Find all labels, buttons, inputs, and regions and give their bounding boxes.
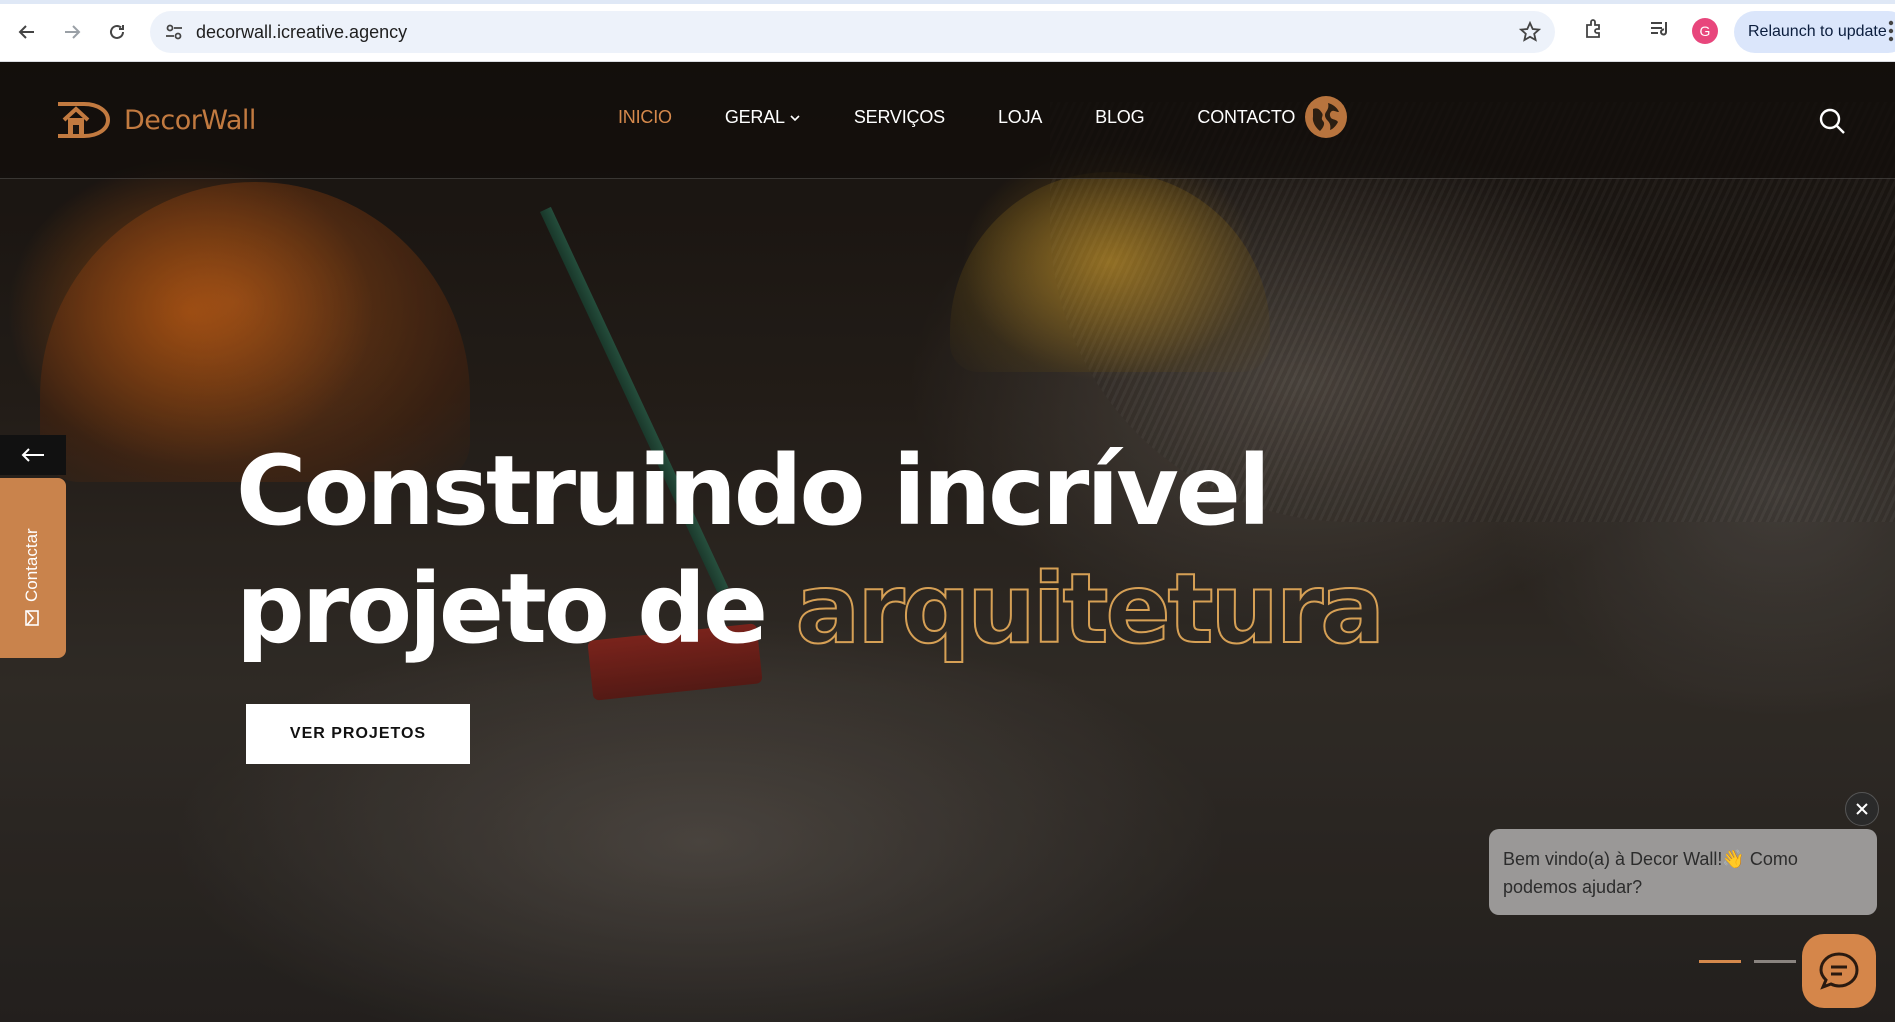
view-projects-button[interactable]: VER PROJETOS <box>246 704 470 764</box>
side-contact-label: Contactar <box>22 528 41 602</box>
slider-dot-2[interactable] <box>1754 960 1796 963</box>
extensions-icon[interactable] <box>1582 17 1606 46</box>
hero-section: DecorWall INICIO GERAL SERVIÇOS LOJA BLO… <box>0 62 1895 1022</box>
media-icon[interactable] <box>1648 17 1672 46</box>
back-button[interactable] <box>9 14 45 50</box>
reload-icon <box>110 24 124 39</box>
logo[interactable]: DecorWall <box>54 96 256 144</box>
chat-launcher-button[interactable] <box>1802 934 1876 1008</box>
chevron-down-icon <box>790 114 800 121</box>
nav-item-geral[interactable]: GERAL <box>725 107 801 128</box>
chat-close-button[interactable] <box>1845 792 1879 826</box>
kebab-icon[interactable] <box>1888 20 1894 47</box>
side-tab-toggle[interactable] <box>0 435 66 475</box>
hero-title-line2: projeto de <box>236 553 796 665</box>
arrow-left-icon <box>21 448 44 462</box>
hero-title: Construindo incrível projeto de arquitet… <box>236 432 1386 668</box>
nav-item-loja[interactable]: LOJA <box>998 107 1042 128</box>
nav-item-inicio[interactable]: INICIO <box>618 107 672 128</box>
side-contact-tab[interactable]: Contactar <box>0 478 66 658</box>
logo-text: DecorWall <box>124 104 256 136</box>
address-bar[interactable]: decorwall.icreative.agency <box>150 11 1555 53</box>
relaunch-button[interactable]: Relaunch to update <box>1734 11 1895 53</box>
nav-item-servicos[interactable]: SERVIÇOS <box>854 107 945 128</box>
nav-item-blog[interactable]: BLOG <box>1095 107 1144 128</box>
browser-toolbar: decorwall.icreative.agency G Relaunch to… <box>0 0 1895 62</box>
slider-dot-1[interactable] <box>1699 960 1741 963</box>
hero-title-highlight: arquitetura <box>795 552 1386 666</box>
close-icon <box>1856 803 1868 815</box>
reload-button[interactable] <box>99 14 135 50</box>
forward-icon <box>65 25 81 39</box>
star-icon[interactable] <box>1518 20 1542 48</box>
hero-title-line1: Construindo incrível <box>236 435 1271 547</box>
url-text[interactable]: decorwall.icreative.agency <box>196 22 407 43</box>
mail-icon <box>25 610 39 626</box>
chat-welcome-message[interactable]: Bem vindo(a) à Decor Wall!👋 Como podemos… <box>1489 829 1877 915</box>
site-header: DecorWall INICIO GERAL SERVIÇOS LOJA BLO… <box>0 62 1895 179</box>
nav-item-geral-label: GERAL <box>724 107 785 127</box>
back-icon <box>18 25 34 39</box>
search-icon[interactable] <box>1818 107 1846 140</box>
nav-item-contacto[interactable]: CONTACTO <box>1197 107 1295 128</box>
logo-mark-icon <box>58 102 111 138</box>
globe-icon[interactable] <box>1304 95 1348 139</box>
profile-avatar[interactable]: G <box>1692 18 1718 44</box>
chat-icon <box>1819 952 1859 990</box>
forward-button[interactable] <box>54 14 90 50</box>
tune-icon[interactable] <box>164 22 184 47</box>
main-navigation: INICIO GERAL SERVIÇOS LOJA BLOG CONTACTO <box>618 107 1348 128</box>
tab-strip-edge <box>0 0 1895 4</box>
side-contact-tab-content: Contactar <box>22 528 42 626</box>
